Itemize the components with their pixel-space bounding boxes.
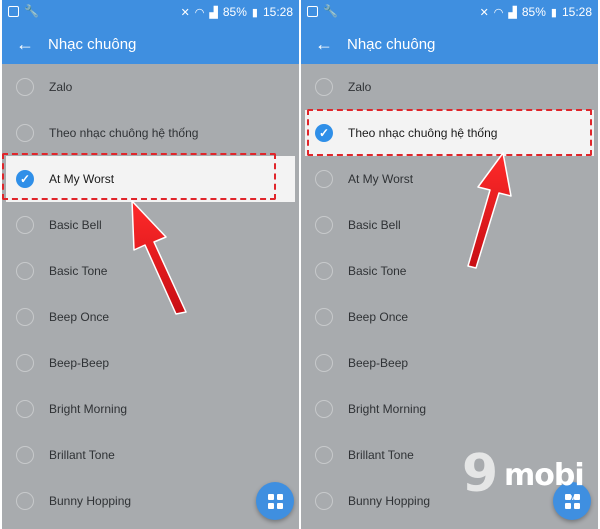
arrow-left — [131, 200, 187, 315]
logo-suffix: .vn — [568, 492, 581, 502]
logo-word: mobi — [504, 458, 585, 493]
9mobi-logo: 9 mobi .vn — [462, 448, 592, 508]
arrow-right — [467, 152, 512, 269]
logo-digit: 9 — [462, 444, 499, 504]
